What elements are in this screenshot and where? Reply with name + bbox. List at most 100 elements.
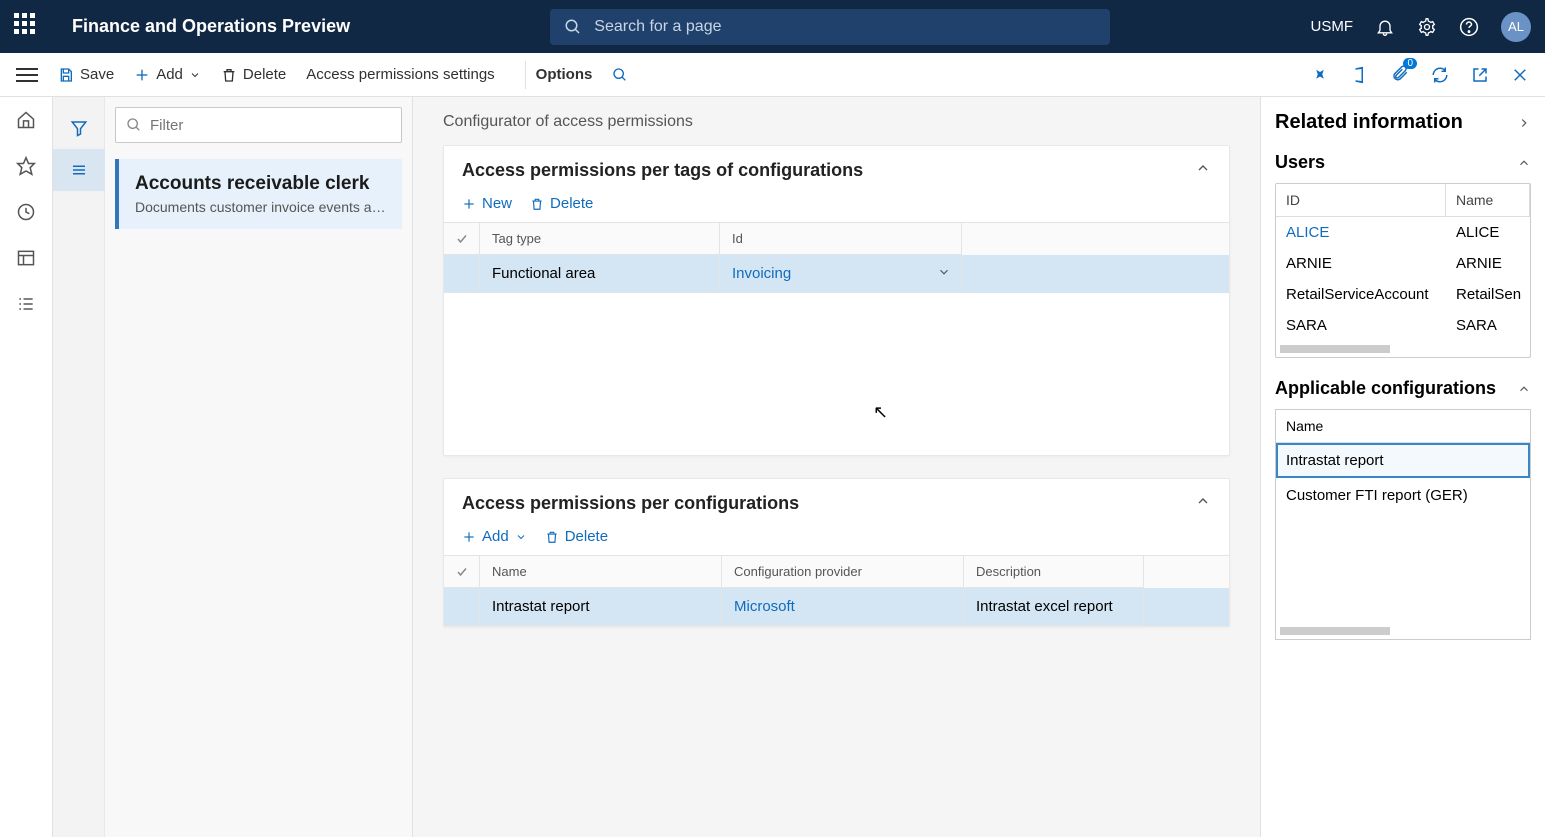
card-configs: Access permissions per configurations Ad… <box>443 478 1230 627</box>
row-selector[interactable] <box>444 255 480 293</box>
recent-icon[interactable] <box>15 201 37 223</box>
h-scrollbar[interactable] <box>1280 345 1390 353</box>
chevron-down-icon[interactable] <box>937 265 951 283</box>
col-name[interactable]: Name <box>1276 410 1530 443</box>
left-rail <box>0 97 53 837</box>
select-all[interactable] <box>444 556 480 588</box>
list-pane: Accounts receivable clerk Documents cust… <box>105 97 413 837</box>
help-icon[interactable] <box>1459 17 1479 37</box>
save-icon <box>58 67 74 83</box>
configs-table: Name Intrastat report Customer FTI repor… <box>1275 409 1531 640</box>
trash-icon <box>545 530 559 544</box>
gear-icon[interactable] <box>1417 17 1437 37</box>
col-name[interactable]: Name <box>1446 184 1530 216</box>
popout-icon[interactable] <box>1471 66 1489 84</box>
page-title: Configurator of access permissions <box>443 113 1230 131</box>
collapse-icon[interactable] <box>1195 493 1211 514</box>
users-table: IDName ALICEALICE ARNIEARNIE RetailServi… <box>1275 183 1531 358</box>
col-tagtype[interactable]: Tag type <box>480 223 720 255</box>
trash-icon <box>221 67 237 83</box>
filter-input[interactable] <box>150 117 391 134</box>
table-row[interactable]: RetailServiceAccountRetailSen <box>1276 279 1530 310</box>
table-row[interactable]: ALICEALICE <box>1276 217 1530 248</box>
company-label[interactable]: USMF <box>1311 18 1354 35</box>
add-button[interactable]: Add <box>462 528 527 545</box>
new-button[interactable]: New <box>462 195 512 212</box>
plus-icon <box>134 67 150 83</box>
col-description[interactable]: Description <box>964 556 1144 588</box>
table-row[interactable]: Customer FTI report (GER) <box>1276 478 1530 513</box>
access-permissions-settings-link[interactable]: Access permissions settings <box>306 66 494 83</box>
role-title: Accounts receivable clerk <box>135 173 386 195</box>
col-name[interactable]: Name <box>480 556 722 588</box>
card-tags-title: Access permissions per tags of configura… <box>462 160 863 181</box>
plus-icon <box>462 197 476 211</box>
table-row[interactable]: Functional area Invoicing <box>444 255 1229 293</box>
related-panel: Related information Users IDName ALICEAL… <box>1260 97 1545 837</box>
trash-icon <box>530 197 544 211</box>
related-title: Related information <box>1275 111 1463 134</box>
col-id[interactable]: ID <box>1276 184 1446 216</box>
close-icon[interactable] <box>1511 66 1529 84</box>
star-icon[interactable] <box>15 155 37 177</box>
search-placeholder: Search for a page <box>594 18 721 36</box>
save-button[interactable]: Save <box>58 66 114 83</box>
delete-button[interactable]: Delete <box>530 195 593 212</box>
workspace-icon[interactable] <box>15 247 37 269</box>
cell-provider[interactable]: Microsoft <box>722 588 964 626</box>
delete-button[interactable]: Delete <box>221 66 286 83</box>
main-content: Configurator of access permissions Acces… <box>413 97 1260 837</box>
card-tags: Access permissions per tags of configura… <box>443 145 1230 456</box>
bell-icon[interactable] <box>1375 17 1395 37</box>
copilot-icon[interactable] <box>1311 66 1329 84</box>
table-header: Name Configuration provider Description <box>444 556 1229 588</box>
plus-icon <box>462 530 476 544</box>
app-title: Finance and Operations Preview <box>72 16 350 37</box>
search-icon <box>564 18 582 36</box>
collapse-icon[interactable] <box>1195 160 1211 181</box>
chevron-down-icon <box>515 531 527 543</box>
col-provider[interactable]: Configuration provider <box>722 556 964 588</box>
cell-description[interactable]: Intrastat excel report <box>964 588 1144 626</box>
search-icon <box>612 67 628 83</box>
modules-icon[interactable] <box>15 293 37 315</box>
cell-id[interactable]: Invoicing <box>720 255 962 293</box>
collapse-icon[interactable] <box>1517 382 1531 396</box>
chevron-down-icon <box>189 69 201 81</box>
col-id[interactable]: Id <box>720 223 962 255</box>
table-row[interactable]: ARNIEARNIE <box>1276 248 1530 279</box>
table-row[interactable]: Intrastat report <box>1276 443 1530 478</box>
hamburger-icon[interactable] <box>16 64 38 86</box>
role-subtitle: Documents customer invoice events and ..… <box>135 199 386 215</box>
office-icon[interactable] <box>1351 66 1369 84</box>
table-row[interactable]: Intrastat report Microsoft Intrastat exc… <box>444 588 1229 626</box>
attachments-button[interactable]: 0 <box>1391 64 1409 86</box>
cell-name[interactable]: Intrastat report <box>480 588 722 626</box>
filter-toggle[interactable] <box>53 107 105 149</box>
list-toggle[interactable] <box>53 149 105 191</box>
user-avatar[interactable]: AL <box>1501 12 1531 42</box>
add-button[interactable]: Add <box>134 66 201 83</box>
app-launcher-icon[interactable] <box>14 13 42 41</box>
table-row[interactable]: SARASARA <box>1276 310 1530 341</box>
action-search-button[interactable] <box>612 67 628 83</box>
h-scrollbar[interactable] <box>1280 627 1390 635</box>
home-icon[interactable] <box>15 109 37 131</box>
chevron-right-icon[interactable] <box>1517 116 1531 130</box>
table-header: Tag type Id <box>444 223 1229 255</box>
row-selector[interactable] <box>444 588 480 626</box>
users-title: Users <box>1275 152 1325 173</box>
card-configs-title: Access permissions per configurations <box>462 493 799 514</box>
separator <box>525 61 526 89</box>
configs-title: Applicable configurations <box>1275 378 1496 399</box>
global-search[interactable]: Search for a page <box>550 9 1110 45</box>
cell-tagtype[interactable]: Functional area <box>480 255 720 293</box>
search-icon <box>126 117 142 133</box>
delete-button[interactable]: Delete <box>545 528 608 545</box>
list-filter[interactable] <box>115 107 402 143</box>
collapse-icon[interactable] <box>1517 156 1531 170</box>
refresh-icon[interactable] <box>1431 66 1449 84</box>
select-all[interactable] <box>444 223 480 255</box>
options-button[interactable]: Options <box>536 66 593 83</box>
role-list-item[interactable]: Accounts receivable clerk Documents cust… <box>115 159 402 229</box>
